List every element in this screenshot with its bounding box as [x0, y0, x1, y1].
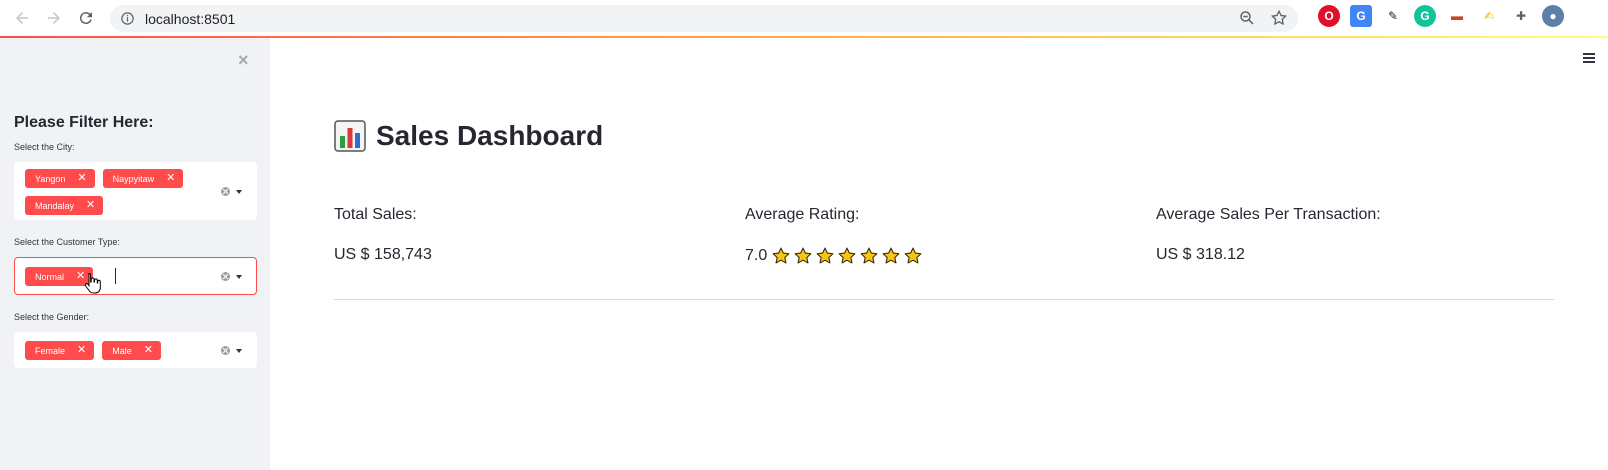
city-tag-yangon[interactable]: Yangon ✕ — [25, 169, 95, 188]
hamburger-menu-icon[interactable] — [1583, 53, 1595, 65]
city-tag-mandalay[interactable]: Mandalay ✕ — [25, 196, 104, 215]
metric-value-text: US $ 158,743 — [334, 246, 432, 263]
star-icon — [838, 247, 856, 264]
zoom-icon[interactable] — [1238, 9, 1256, 27]
back-icon[interactable] — [8, 4, 36, 32]
clear-all-icon[interactable] — [221, 272, 230, 281]
info-icon[interactable] — [120, 11, 135, 26]
city-tag-naypyitaw[interactable]: Naypyitaw ✕ — [102, 169, 184, 188]
sidebar-title: Please Filter Here: — [14, 114, 154, 131]
gender-label: Select the Gender: — [14, 312, 90, 322]
remove-tag-icon[interactable]: ✕ — [86, 200, 95, 211]
customer-type-label: Select the Customer Type: — [14, 237, 120, 247]
puzzle-extensions-icon[interactable]: ✚ — [1510, 5, 1532, 27]
star-icon — [882, 247, 900, 264]
page-title: Sales Dashboard — [334, 120, 603, 152]
tag-label: Normal — [35, 271, 65, 282]
text-caret — [115, 268, 116, 284]
tag-label: Male — [112, 345, 132, 356]
browser-toolbar: localhost:8501 O G ✎ G ▬ ✍ ✚ ● — [0, 0, 1608, 36]
metric-label-total-sales: Total Sales: — [334, 206, 417, 223]
forward-icon[interactable] — [40, 4, 68, 32]
metric-value-total-sales: US $ 158,743 — [334, 246, 432, 264]
chevron-down-icon[interactable] — [236, 348, 242, 353]
address-bar[interactable]: localhost:8501 — [110, 5, 1298, 32]
eyedropper-extension-icon[interactable]: ✎ — [1382, 5, 1404, 27]
customer-type-tag-normal[interactable]: Normal ✕ — [25, 267, 94, 286]
metric-value-text: US $ 318.12 — [1156, 246, 1245, 263]
city-label: Select the City: — [14, 142, 75, 152]
remove-tag-icon[interactable]: ✕ — [77, 173, 86, 184]
grammarly-extension-icon[interactable]: G — [1414, 5, 1436, 27]
city-multiselect[interactable]: Yangon ✕ Naypyitaw ✕ Mandalay ✕ — [14, 162, 257, 220]
gender-multiselect[interactable]: Female ✕ Male ✕ — [14, 332, 257, 368]
metric-value-average-sales-per-transaction: US $ 318.12 — [1156, 246, 1245, 264]
bar-chart-icon — [334, 120, 366, 152]
remove-tag-icon[interactable]: ✕ — [77, 345, 86, 356]
divider — [334, 299, 1554, 300]
metric-value-average-rating: 7.0 — [745, 246, 923, 266]
rating-stars — [771, 246, 923, 266]
star-icon — [772, 247, 790, 264]
remove-tag-icon[interactable]: ✕ — [166, 173, 175, 184]
reload-icon[interactable] — [72, 4, 100, 32]
translate-extension-icon[interactable]: G — [1350, 5, 1372, 27]
clear-all-icon[interactable] — [221, 346, 230, 355]
colorful-extension-icon[interactable]: ▬ — [1446, 5, 1468, 27]
avatar[interactable]: ● — [1542, 5, 1564, 27]
star-icon — [794, 247, 812, 264]
tag-label: Naypyitaw — [112, 173, 155, 184]
metric-value-text: 7.0 — [745, 247, 768, 264]
page-title-text: Sales Dashboard — [376, 120, 604, 151]
extensions-bar: O G ✎ G ▬ ✍ ✚ ● — [1318, 5, 1564, 27]
tag-label: Yangon — [35, 173, 66, 184]
remove-tag-icon[interactable]: ✕ — [144, 345, 153, 356]
tag-label: Female — [35, 345, 66, 356]
sidebar: × Please Filter Here: Select the City: Y… — [0, 38, 270, 470]
url-text[interactable]: localhost:8501 — [145, 11, 235, 27]
star-icon — [816, 247, 834, 264]
chevron-down-icon[interactable] — [236, 189, 242, 194]
pen-extension-icon[interactable]: ✍ — [1478, 5, 1500, 27]
gender-tag-male[interactable]: Male ✕ — [102, 341, 161, 360]
star-icon — [860, 247, 878, 264]
metric-label-average-rating: Average Rating: — [745, 206, 860, 223]
customer-type-multiselect[interactable]: Normal ✕ — [14, 257, 257, 295]
metric-label-average-sales-per-transaction: Average Sales Per Transaction: — [1156, 206, 1381, 223]
chevron-down-icon[interactable] — [236, 274, 242, 279]
gender-tag-female[interactable]: Female ✕ — [25, 341, 95, 360]
close-icon[interactable]: × — [238, 50, 249, 71]
hand-cursor-icon — [84, 272, 101, 294]
star-icon — [904, 247, 922, 264]
bookmark-star-icon[interactable] — [1270, 9, 1288, 27]
opera-extension-icon[interactable]: O — [1318, 5, 1340, 27]
clear-all-icon[interactable] — [221, 187, 230, 196]
tag-label: Mandalay — [35, 200, 75, 211]
